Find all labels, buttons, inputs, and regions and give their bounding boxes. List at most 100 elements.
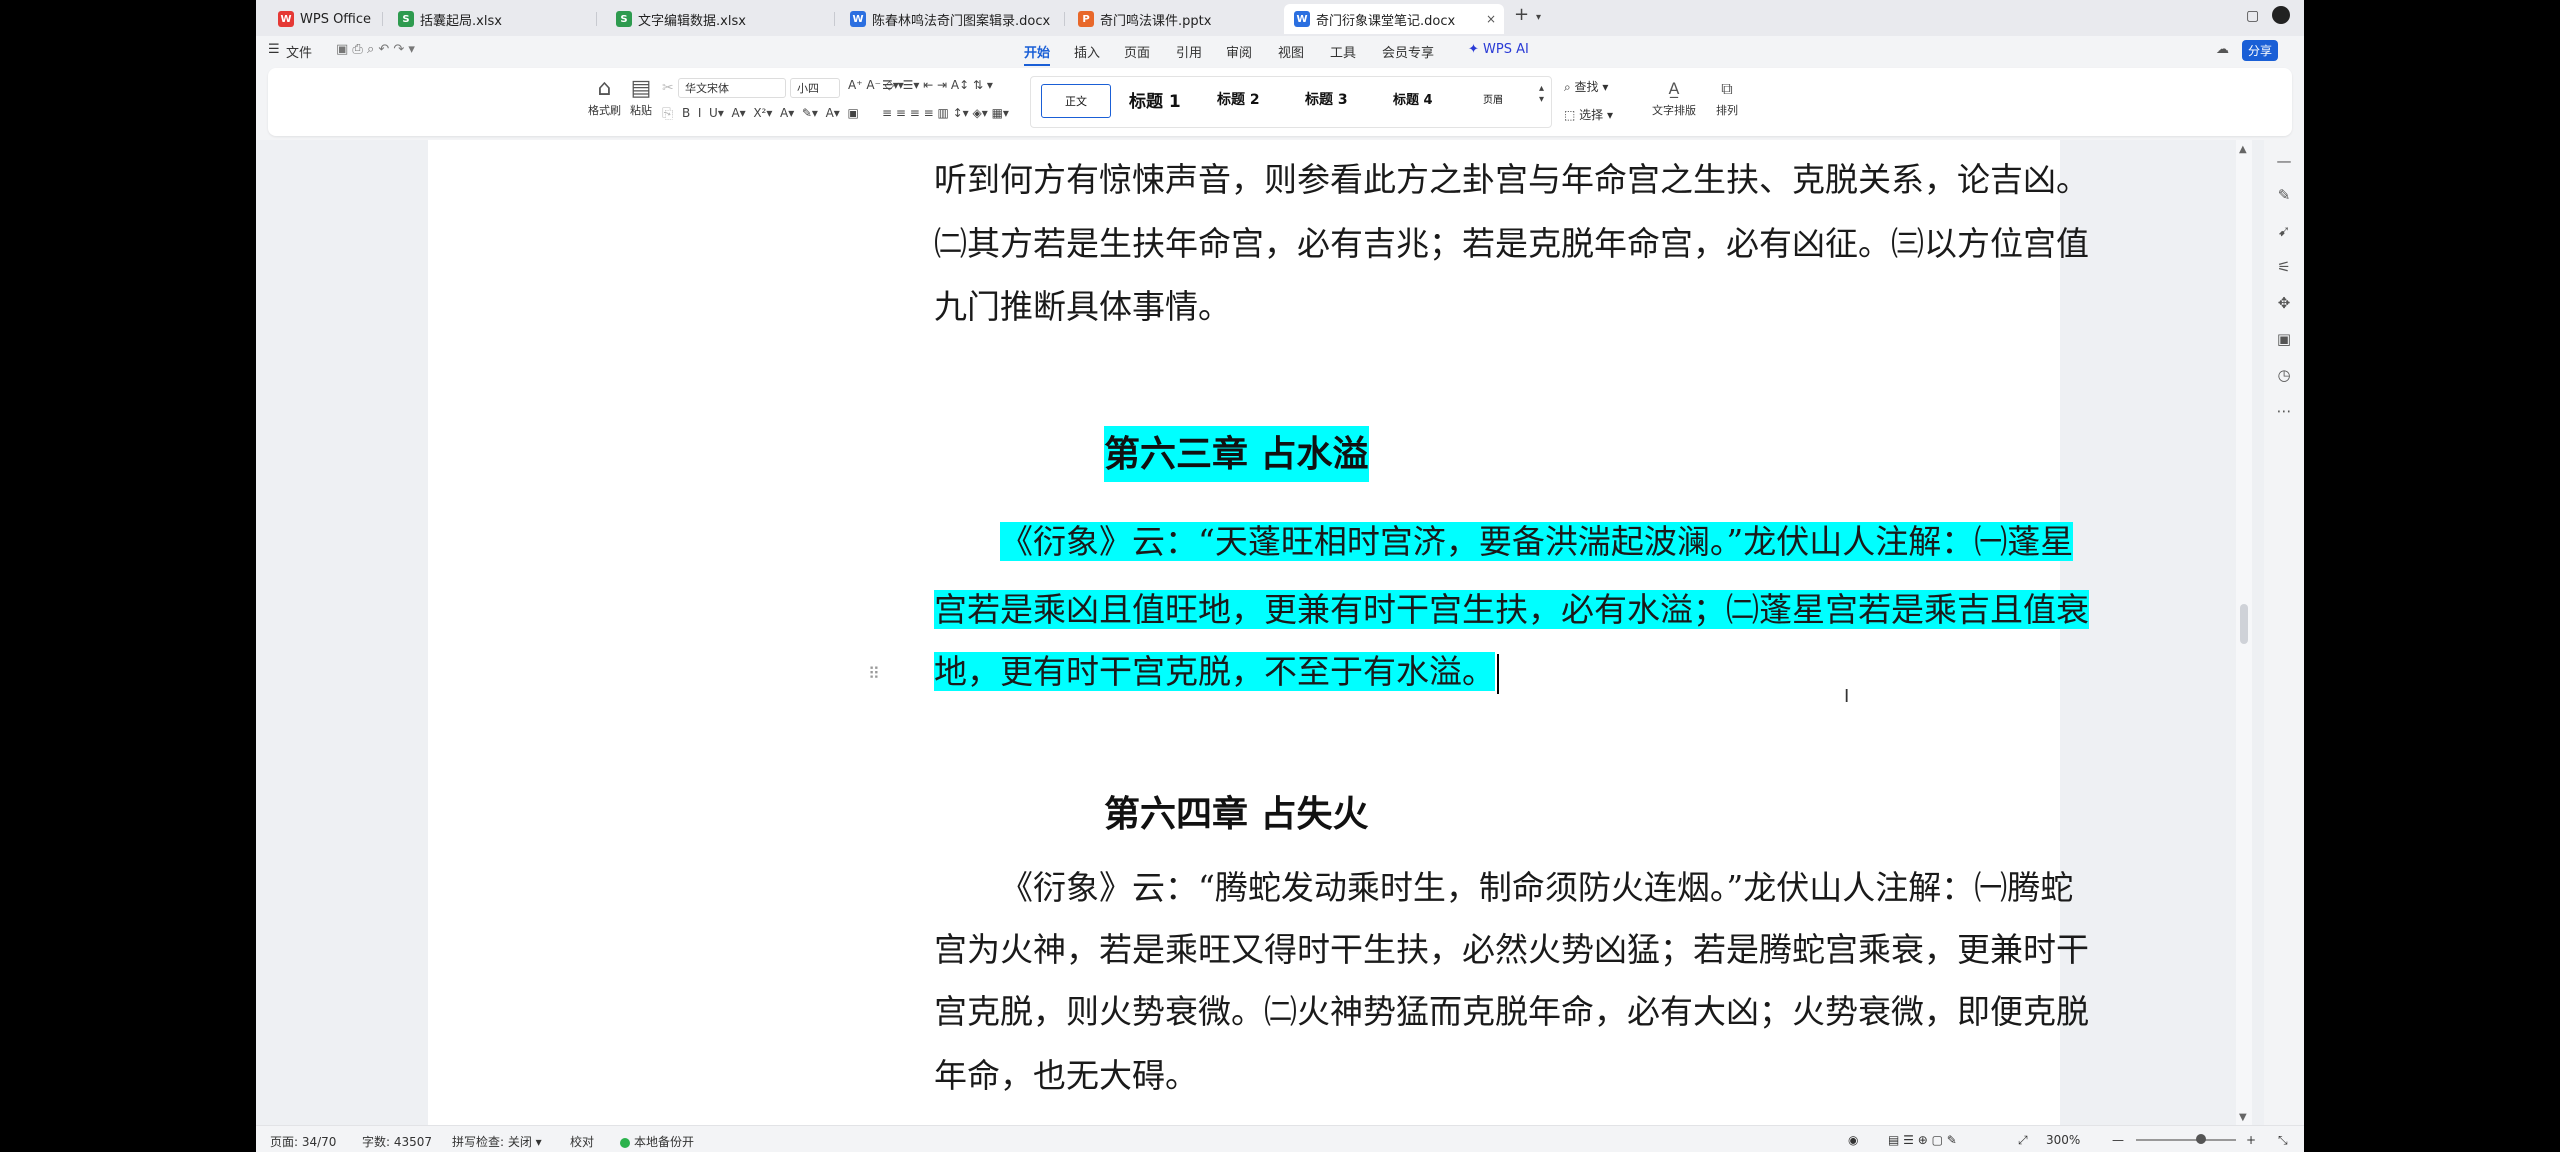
scroll-up-icon[interactable]: ▲ <box>2239 144 2247 155</box>
wps-logo-icon: W <box>278 11 294 27</box>
cloud-icon[interactable]: ☁ <box>2216 42 2229 57</box>
align-icons[interactable]: ≡ ≡ ≡ ≡ ▥ ↕▾ ◈▾ ▦▾ <box>882 106 1009 120</box>
menu-tools[interactable]: 工具 <box>1330 42 1356 61</box>
text-layout-icon: A̲ <box>1668 79 1680 98</box>
page-indicator[interactable]: 页面: 34/70 <box>270 1133 336 1150</box>
zoom-slider-knob[interactable] <box>2196 1134 2206 1144</box>
window-restore-icon[interactable]: ▢ <box>2246 8 2259 24</box>
new-tab-button[interactable]: + <box>1514 4 1529 25</box>
format-painter-button[interactable]: ⌂ 格式刷 <box>588 76 621 118</box>
cut-icon[interactable]: ✂ <box>662 80 674 96</box>
tab-divider <box>596 12 597 26</box>
highlighted-text: 宫若是乘凶且值旺地，更兼有时干宫生扶，必有水溢；㈡蓬星宫若是乘吉且值衰 <box>934 590 2089 629</box>
tab-docx-1[interactable]: W 陈春林鸣法奇门图案辑录.docx <box>840 4 1060 34</box>
chapter-63-line[interactable]: 《衍象》云：“天蓬旺相时宫济，要备洪湍起波澜。”龙伏山人注解：㈠蓬星 <box>1000 520 2074 564</box>
tab-label: 文字编辑数据.xlsx <box>638 13 746 29</box>
body-line[interactable]: ㈡其方若是生扶年命宫，必有吉兆；若是克脱年命宫，必有凶征。㈢以方位宫值 <box>934 222 2089 266</box>
view-mode-icons[interactable]: ▤ ☰ ⊕ ▢ ✎ <box>1888 1133 1957 1147</box>
transform-icon[interactable]: ✥ <box>2274 294 2294 312</box>
document-page[interactable] <box>428 140 2060 1125</box>
chapter-63-line[interactable]: 宫若是乘凶且值旺地，更兼有时干宫生扶，必有水溢；㈡蓬星宫若是乘吉且值衰 <box>934 588 2089 632</box>
menu-view[interactable]: 视图 <box>1278 42 1304 61</box>
paste-button[interactable]: ▤ 粘贴 <box>630 76 652 118</box>
tab-docx-active[interactable]: W 奇门衍象课堂笔记.docx × <box>1284 4 1504 34</box>
fullscreen-icon[interactable]: ⤡ <box>2278 1133 2288 1148</box>
menu-file[interactable]: 文件 <box>286 42 312 61</box>
close-tab-icon[interactable]: × <box>1486 12 1496 26</box>
find-button[interactable]: ⌕ 查找 ▾ <box>1564 78 1608 95</box>
collapse-icon[interactable]: — <box>2274 152 2294 170</box>
paste-label: 粘贴 <box>630 104 652 117</box>
presentation-icon: P <box>1078 11 1094 27</box>
pointer-icon[interactable]: ➹ <box>2274 222 2294 240</box>
chapter-64-line[interactable]: 宫克脱，则火势衰微。㈡火神势猛而克脱年命，必有大凶；火势衰微，即便克脱 <box>934 990 2089 1034</box>
proofread-button[interactable]: 校对 <box>570 1133 594 1150</box>
copy-icon[interactable]: ⎘ <box>662 106 673 122</box>
arrange-label: 排列 <box>1716 104 1738 117</box>
menu-bar: ☰ 文件 ▣ ⎙ ⌕ ↶ ↷ ▾ 开始 插入 页面 引用 审阅 视图 工具 会员… <box>256 36 2304 66</box>
wps-ai-button[interactable]: ✦ WPS AI <box>1468 42 1529 57</box>
font-size-select[interactable]: 小四 <box>790 78 840 98</box>
hamburger-icon[interactable]: ☰ <box>268 42 280 57</box>
share-button[interactable]: 分享 <box>2242 40 2279 61</box>
style-header[interactable]: 页眉 <box>1483 91 1503 106</box>
tab-xlsx-1[interactable]: S 括囊起局.xlsx <box>388 4 588 34</box>
chapter-64-line[interactable]: 宫为火神，若是乘旺又得时干生扶，必然火势凶猛；若是腾蛇宫乘衰，更兼时干 <box>934 928 2089 972</box>
avatar[interactable] <box>2272 6 2290 24</box>
paragraph-drag-handle[interactable]: ⠿ <box>868 664 880 683</box>
text-format-icons[interactable]: B I U▾ A▾ X²▾ A▾ ✎▾ A▾ ▣ <box>682 106 859 120</box>
find-label: 查找 <box>1574 80 1599 94</box>
menu-review[interactable]: 审阅 <box>1226 42 1252 61</box>
style-heading-1[interactable]: 标题 1 <box>1129 87 1181 112</box>
body-line[interactable]: 听到何方有惊悚声音，则参看此方之卦宫与年命宫之生扶、克脱关系，论吉凶。 <box>934 158 2089 202</box>
menu-page[interactable]: 页面 <box>1124 42 1150 61</box>
spell-check[interactable]: 拼写检查: 关闭 ▾ <box>452 1133 542 1150</box>
tab-xlsx-2[interactable]: S 文字编辑数据.xlsx <box>606 4 826 34</box>
arrange-icon: ⧉ <box>1721 79 1733 98</box>
menu-insert[interactable]: 插入 <box>1074 42 1100 61</box>
text-layout-button[interactable]: A̲ 文字排版 <box>1652 76 1696 118</box>
tab-wps-office[interactable]: W WPS Office <box>268 4 378 34</box>
select-button[interactable]: ⬚ 选择 ▾ <box>1564 106 1613 123</box>
style-heading-4[interactable]: 标题 4 <box>1393 89 1433 108</box>
font-name-select[interactable]: 华文宋体 <box>678 78 786 98</box>
fit-icon[interactable]: ⤢ <box>2018 1133 2028 1148</box>
spell-check-label: 拼写检查: 关闭 <box>452 1135 532 1149</box>
word-count[interactable]: 字数: 43507 <box>362 1133 432 1150</box>
gallery-scroll-icon[interactable]: ▴ ▾ <box>1539 83 1544 105</box>
arrange-button[interactable]: ⧉ 排列 <box>1716 76 1738 118</box>
eye-icon[interactable]: ◉ <box>1848 1133 1858 1147</box>
scroll-thumb[interactable] <box>2240 604 2248 644</box>
zoom-out-icon[interactable]: — <box>2112 1133 2124 1147</box>
zoom-slider[interactable] <box>2136 1139 2236 1141</box>
menu-reference[interactable]: 引用 <box>1176 42 1202 61</box>
style-normal[interactable]: 正文 <box>1041 84 1111 118</box>
backup-status[interactable]: 本地备份开 <box>620 1133 694 1150</box>
clipboard-icon: ▤ <box>630 76 652 101</box>
history-icon[interactable]: ◷ <box>2274 366 2294 384</box>
style-gallery[interactable]: 正文 标题 1 标题 2 标题 3 标题 4 页眉 ▴ ▾ <box>1030 76 1552 128</box>
image-icon[interactable]: ▣ <box>2274 330 2294 348</box>
list-indent-icons[interactable]: ☰▾ ☰▾ ⇤ ⇥ A↕ ⇅ ▾ <box>882 78 993 92</box>
quick-access-icons[interactable]: ▣ ⎙ ⌕ ↶ ↷ ▾ <box>336 42 415 57</box>
menu-member[interactable]: 会员专享 <box>1382 42 1434 61</box>
style-heading-3[interactable]: 标题 3 <box>1305 89 1348 109</box>
body-line[interactable]: 九门推断具体事情。 <box>934 285 1231 329</box>
spreadsheet-icon: S <box>398 11 414 27</box>
zoom-level[interactable]: 300% <box>2046 1133 2080 1147</box>
chapter-63-line[interactable]: 地，更有时干宫克脱，不至于有水溢。 <box>934 650 1499 694</box>
chapter-63-title[interactable]: 第六三章 占水溢 <box>1104 426 1369 482</box>
brush-icon: ⌂ <box>597 76 612 101</box>
zoom-in-icon[interactable]: + <box>2246 1133 2256 1147</box>
scroll-down-icon[interactable]: ▼ <box>2239 1112 2247 1123</box>
chapter-64-line[interactable]: 《衍象》云：“腾蛇发动乘时生，制命须防火连烟。”龙伏山人注解：㈠腾蛇 <box>1000 866 2073 910</box>
pen-icon[interactable]: ✎ <box>2274 186 2294 204</box>
more-icon[interactable]: ⋯ <box>2274 402 2294 420</box>
tab-pptx[interactable]: P 奇门鸣法课件.pptx <box>1068 4 1288 34</box>
style-heading-2[interactable]: 标题 2 <box>1217 89 1260 109</box>
adjust-icon[interactable]: ⚟ <box>2274 258 2294 276</box>
chapter-64-title[interactable]: 第六四章 占失火 <box>1104 786 1369 842</box>
tab-list-chevron-icon[interactable]: ▾ <box>1536 12 1541 23</box>
chapter-64-line[interactable]: 年命，也无大碍。 <box>934 1054 1198 1098</box>
menu-home[interactable]: 开始 <box>1024 42 1051 66</box>
